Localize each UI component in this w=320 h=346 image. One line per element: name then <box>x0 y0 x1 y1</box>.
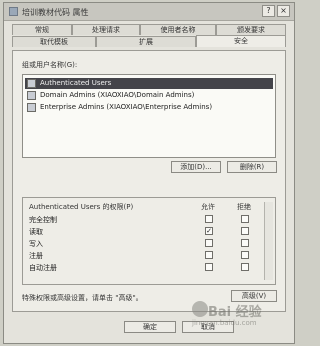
permission-row-read: 读取 ✓ <box>29 226 269 237</box>
certificate-icon <box>9 7 18 16</box>
user-name: Domain Admins (XIAOXIAO\Domain Admins) <box>40 91 195 99</box>
permission-name: 完全控制 <box>29 216 57 224</box>
groups-label: 组或用户名称(G): <box>22 61 78 69</box>
list-item[interactable]: Authenticated Users <box>25 78 273 89</box>
list-item[interactable]: Enterprise Admins (XIAOXIAO\Enterprise A… <box>25 102 273 113</box>
permission-name: 读取 <box>29 228 43 236</box>
tab-general[interactable]: 常规 <box>12 24 72 35</box>
allow-checkbox[interactable]: ✓ <box>205 227 213 235</box>
deny-checkbox[interactable] <box>241 263 249 271</box>
tab-extensions[interactable]: 扩展 <box>96 36 196 47</box>
users-group-icon <box>27 79 36 88</box>
deny-checkbox[interactable] <box>241 239 249 247</box>
permissions-box: Authenticated Users 的权限(P) 允许 拒绝 完全控制 读取… <box>22 197 276 285</box>
deny-checkbox[interactable] <box>241 251 249 259</box>
help-button[interactable]: ? <box>262 5 275 17</box>
deny-checkbox[interactable] <box>241 215 249 223</box>
tab-issuance-requirements[interactable]: 颁发要求 <box>216 24 286 35</box>
deny-column-header: 拒绝 <box>237 203 251 211</box>
close-button[interactable]: × <box>277 5 290 17</box>
users-group-icon <box>27 91 36 100</box>
allow-checkbox[interactable] <box>205 239 213 247</box>
baidu-watermark: Bai 经验 jingyan.baidu.com <box>190 295 280 327</box>
user-name: Authenticated Users <box>40 79 112 87</box>
allow-checkbox[interactable] <box>205 263 213 271</box>
allow-checkbox[interactable] <box>205 251 213 259</box>
window-title: 培训教材代码 属性 <box>22 8 89 17</box>
user-name: Enterprise Admins (XIAOXIAO\Enterprise A… <box>40 103 213 111</box>
users-group-icon <box>27 103 36 112</box>
permission-name: 自动注册 <box>29 264 57 272</box>
allow-checkbox[interactable] <box>205 215 213 223</box>
tab-security[interactable]: 安全 <box>196 35 286 47</box>
watermark-text: Bai 经验 <box>208 305 262 320</box>
permission-row-write: 写入 <box>29 238 269 249</box>
title-bar: 培训教材代码 属性 ? × <box>4 3 294 21</box>
baidu-paw-logo-icon <box>192 301 208 317</box>
permission-row-enroll: 注册 <box>29 250 269 261</box>
tab-subject-name[interactable]: 使用者名称 <box>140 24 216 35</box>
deny-checkbox[interactable] <box>241 227 249 235</box>
ok-button[interactable]: 确定 <box>124 321 176 333</box>
advanced-hint: 特殊权限或高级设置，请单击 "高级"。 <box>22 294 143 302</box>
permission-row-autoenroll: 自动注册 <box>29 262 269 273</box>
permission-name: 写入 <box>29 240 43 248</box>
allow-column-header: 允许 <box>201 203 215 211</box>
user-list[interactable]: Authenticated Users Domain Admins (XIAOX… <box>22 74 276 158</box>
permissions-scrollbar[interactable] <box>264 202 273 280</box>
list-item[interactable]: Domain Admins (XIAOXIAO\Domain Admins) <box>25 90 273 101</box>
tab-request-handling[interactable]: 处理请求 <box>72 24 140 35</box>
add-button[interactable]: 添加(D)... <box>171 161 221 173</box>
permission-row-full-control: 完全控制 <box>29 214 269 225</box>
permission-name: 注册 <box>29 252 43 260</box>
watermark-url: jingyan.baidu.com <box>192 319 257 327</box>
remove-button[interactable]: 删除(R) <box>227 161 277 173</box>
security-panel: 组或用户名称(G): Authenticated Users Domain Ad… <box>12 50 286 312</box>
permissions-header: Authenticated Users 的权限(P) <box>29 203 134 211</box>
properties-dialog: 培训教材代码 属性 ? × 常规 处理请求 使用者名称 颁发要求 取代模板 扩展… <box>3 2 295 344</box>
tab-superseded-templates[interactable]: 取代模板 <box>12 36 96 47</box>
